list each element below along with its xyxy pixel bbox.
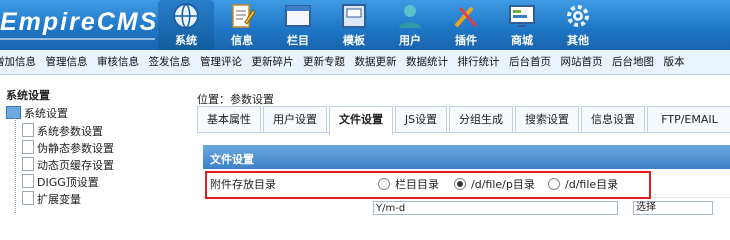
nav-label: 模板 — [343, 34, 365, 47]
shortcut-rank-stats[interactable]: 排行统计 — [458, 50, 500, 74]
page-icon — [22, 123, 34, 137]
panel-header: 文件设置 — [203, 145, 730, 169]
tab-ftp-email[interactable]: FTP/EMAIL — [647, 106, 730, 133]
window-icon — [285, 5, 311, 27]
tab-basic[interactable]: 基本属性 — [197, 106, 261, 133]
logo: EmpireCMS — [0, 8, 159, 36]
page-icon — [22, 140, 34, 154]
highlight-box — [205, 171, 651, 199]
shortcut-manage-comments[interactable]: 管理评论 — [200, 50, 242, 74]
nav-label: 插件 — [455, 34, 477, 47]
page-icon — [22, 157, 34, 171]
folder-icon — [6, 106, 21, 119]
tree-item-extend-vars[interactable]: 扩展变量 — [22, 191, 81, 207]
nav-label: 栏目 — [287, 34, 309, 47]
page-icon — [22, 191, 34, 205]
tree-item-digg-settings[interactable]: DIGG顶设置 — [22, 174, 99, 190]
tree-item-label: 系统参数设置 — [37, 125, 103, 138]
breadcrumb: 位置：参数设置 — [197, 93, 274, 106]
page-icon — [22, 174, 34, 188]
shortcut-update-fragments[interactable]: 更新碎片 — [252, 50, 294, 74]
nav-label: 信息 — [231, 34, 253, 47]
tree-item-rewrite-params[interactable]: 伪静态参数设置 — [22, 140, 114, 156]
monitor-icon — [509, 5, 535, 27]
date-format-select[interactable]: 选择 — [633, 201, 713, 215]
shortcut-version[interactable]: 版本 — [664, 50, 685, 74]
tree-item-label: 伪静态参数设置 — [37, 142, 114, 155]
tree-item-label: 扩展变量 — [37, 193, 81, 206]
tree-item-label: DIGG顶设置 — [37, 176, 99, 189]
tree-item-label: 动态页缓存设置 — [37, 159, 114, 172]
nav-label: 其他 — [567, 34, 589, 47]
nav-label: 系统 — [175, 34, 197, 47]
next-setting-row: Y/m-d 选择 — [203, 198, 730, 215]
tree-item-cache-settings[interactable]: 动态页缓存设置 — [22, 157, 114, 173]
tree-connector — [15, 118, 16, 214]
settings-tabs: 基本属性 用户设置 文件设置 JS设置 分组生成 搜索设置 信息设置 FTP/E… — [197, 106, 730, 135]
shortcut-update-topics[interactable]: 更新专题 — [303, 50, 345, 74]
shortcut-sign-info[interactable]: 签发信息 — [149, 50, 191, 74]
shortcut-data-update[interactable]: 数据更新 — [355, 50, 397, 74]
user-icon — [399, 5, 421, 28]
nav-item-user[interactable]: 用户 — [382, 0, 438, 50]
tree-root-label: 系统设置 — [24, 107, 68, 120]
tab-user[interactable]: 用户设置 — [263, 106, 327, 133]
nav-label: 商城 — [511, 34, 533, 47]
tab-file[interactable]: 文件设置 — [329, 106, 393, 135]
shortcut-admin-home[interactable]: 后台首页 — [509, 50, 551, 74]
top-header: EmpireCMS 系统 信息 栏目 模板 用户 插件 商城 其他 — [0, 0, 730, 50]
nav-item-shop[interactable]: 商城 — [494, 0, 550, 50]
shortcut-site-home[interactable]: 网站首页 — [561, 50, 603, 74]
tab-divider — [197, 132, 730, 133]
nav-item-info[interactable]: 信息 — [214, 0, 270, 50]
panel-title: 文件设置 — [210, 153, 254, 166]
nav-item-column[interactable]: 栏目 — [270, 0, 326, 50]
shortcut-bar: 增加信息 管理信息 审核信息 签发信息 管理评论 更新碎片 更新专题 数据更新 … — [0, 50, 730, 75]
tree-item-system-params[interactable]: 系统参数设置 — [22, 123, 103, 139]
tab-search[interactable]: 搜索设置 — [515, 106, 579, 133]
shortcut-add-info[interactable]: 增加信息 — [0, 50, 36, 74]
shortcut-data-stats[interactable]: 数据统计 — [406, 50, 448, 74]
shortcut-review-info[interactable]: 审核信息 — [97, 50, 139, 74]
sidebar-title: 系统设置 — [6, 89, 50, 102]
shortcut-admin-map[interactable]: 后台地图 — [612, 50, 654, 74]
nav-item-plugin[interactable]: 插件 — [438, 0, 494, 50]
date-format-input[interactable]: Y/m-d — [373, 201, 618, 215]
gear-icon — [567, 5, 589, 27]
nav-item-system[interactable]: 系统 — [158, 0, 214, 50]
shortcut-manage-info[interactable]: 管理信息 — [46, 50, 88, 74]
tab-info[interactable]: 信息设置 — [581, 106, 645, 133]
logo-underline — [0, 38, 155, 40]
nav-item-template[interactable]: 模板 — [326, 0, 382, 50]
template-icon — [342, 4, 366, 28]
nav-item-other[interactable]: 其他 — [550, 0, 606, 50]
document-edit-icon — [232, 4, 256, 28]
tab-group-gen[interactable]: 分组生成 — [449, 106, 513, 133]
tools-icon — [454, 6, 478, 28]
globe-icon — [173, 3, 199, 29]
tab-js[interactable]: JS设置 — [395, 106, 447, 133]
sidebar: 系统设置 系统设置 系统参数设置 伪静态参数设置 动态页缓存设置 DIGG顶设置… — [0, 75, 185, 214]
nav-label: 用户 — [399, 34, 421, 47]
